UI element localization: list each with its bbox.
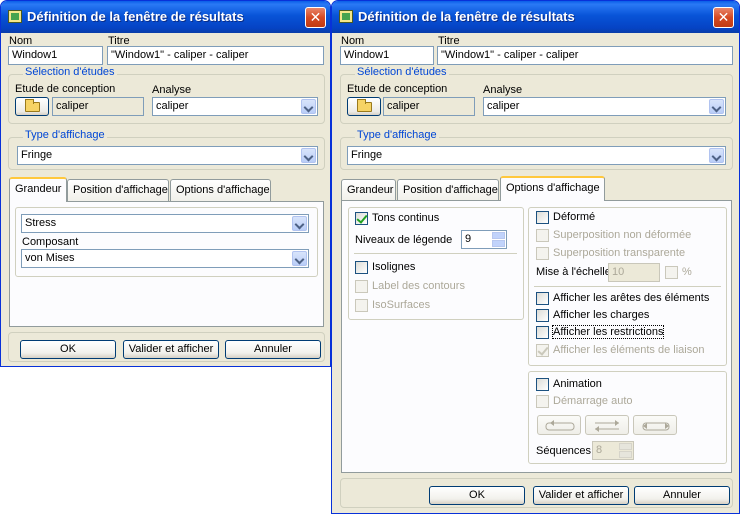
tab-panel-display-options: Tons continus Niveaux de légende 9 Isoli… [341, 200, 732, 473]
chevron-down-icon[interactable] [292, 216, 307, 231]
scaling-input[interactable]: 10 [608, 263, 660, 282]
component-select[interactable]: von Mises [21, 249, 309, 268]
close-button[interactable]: ✕ [713, 7, 734, 28]
sequences-value: 8 [596, 444, 603, 456]
sequences-spinner[interactable]: 8 [592, 441, 634, 460]
window-app-icon [339, 10, 353, 23]
legend-levels-spinner[interactable]: 9 [461, 230, 507, 249]
display-type-select[interactable]: Fringe [347, 146, 726, 165]
checkbox-icon[interactable] [355, 261, 368, 274]
chevron-down-icon[interactable] [709, 99, 724, 114]
checkbox-icon[interactable] [536, 247, 549, 260]
chevron-down-icon[interactable] [301, 99, 316, 114]
study-selection-title: Sélection d'études [355, 66, 449, 78]
analysis-label: Analyse [152, 84, 192, 96]
checkbox-icon[interactable] [536, 229, 549, 242]
display-type-title: Type d'affichage [23, 129, 107, 141]
legend-levels-label: Niveaux de légende [355, 234, 453, 246]
title-bar[interactable]: Définition de la fenêtre de résultats ✕ [332, 1, 739, 33]
results-window-definition-dialog-right: Définition de la fenêtre de résultats ✕ … [331, 0, 740, 514]
open-study-button[interactable] [15, 97, 49, 116]
analysis-select-value: caliper [487, 100, 520, 112]
forward-backward-icon [595, 420, 619, 432]
component-select-value: von Mises [25, 252, 75, 264]
tab-quantity[interactable]: Grandeur [341, 179, 396, 201]
sequences-label: Séquences [536, 445, 592, 457]
tab-display-options[interactable]: Options d'affichage [170, 179, 271, 201]
window-app-icon [8, 10, 22, 23]
open-study-button[interactable] [347, 97, 381, 116]
cancel-button[interactable]: Annuler [225, 340, 321, 359]
quantity-select[interactable]: Stress [21, 214, 309, 233]
ok-button[interactable]: OK [20, 340, 116, 359]
loop-icon [545, 420, 575, 431]
tab-display-position[interactable]: Position d'affichage [67, 179, 169, 201]
ok-button[interactable]: OK [429, 486, 525, 505]
title-bar[interactable]: Définition de la fenêtre de résultats ✕ [1, 1, 330, 33]
analysis-label: Analyse [483, 84, 523, 96]
name-input[interactable]: Window1 [8, 46, 103, 65]
spinner-arrows-icon[interactable] [619, 443, 632, 458]
folder-icon [25, 99, 40, 112]
design-study-label: Etude de conception [15, 83, 116, 95]
checkbox-icon[interactable] [536, 309, 549, 322]
spinner-arrows-icon[interactable] [492, 232, 505, 247]
checkbox-icon[interactable] [536, 395, 549, 408]
checkbox-icon[interactable] [536, 326, 549, 339]
tab-panel-quantity: Stress Composant von Mises [9, 201, 324, 327]
analysis-select[interactable]: caliper [483, 97, 726, 116]
name-input[interactable]: Window1 [340, 46, 434, 65]
analysis-select[interactable]: caliper [152, 97, 318, 116]
results-window-definition-dialog-left: Définition de la fenêtre de résultats ✕ … [0, 0, 331, 367]
checkbox-checked-icon[interactable] [536, 344, 549, 357]
apply-and-display-button[interactable]: Valider et afficher [123, 340, 219, 359]
legend-levels-value: 9 [465, 233, 472, 245]
animation-loop-button[interactable] [537, 415, 581, 435]
checkbox-icon[interactable] [536, 292, 549, 305]
chevron-down-icon[interactable] [292, 251, 307, 266]
apply-and-display-button[interactable]: Valider et afficher [533, 486, 629, 505]
title-input[interactable]: "Window1" - caliper - caliper [437, 46, 733, 65]
design-study-label: Etude de conception [347, 83, 448, 95]
quantity-select-value: Stress [25, 217, 57, 229]
checkbox-icon[interactable] [355, 280, 368, 293]
title-input[interactable]: "Window1" - caliper - caliper [107, 46, 324, 65]
separator [354, 253, 517, 254]
display-type-select-value: Fringe [21, 149, 53, 161]
component-label: Composant [22, 236, 79, 248]
chevron-down-icon[interactable] [709, 148, 724, 163]
checkbox-icon[interactable] [536, 211, 549, 224]
window-title: Définition de la fenêtre de résultats [27, 9, 244, 24]
study-selection-title: Sélection d'études [23, 66, 117, 78]
cancel-button[interactable]: Annuler [634, 486, 730, 505]
animation-forward-button[interactable] [585, 415, 629, 435]
close-button[interactable]: ✕ [305, 7, 326, 28]
display-type-select[interactable]: Fringe [17, 146, 318, 165]
tab-display-options[interactable]: Options d'affichage [500, 176, 605, 201]
design-study-field: caliper [383, 97, 475, 116]
tab-quantity[interactable]: Grandeur [9, 177, 67, 202]
checkbox-checked-icon[interactable] [355, 212, 368, 225]
scaling-label: Mise à l'échelle [536, 266, 611, 278]
bounce-icon [642, 422, 670, 431]
animation-bounce-button[interactable] [633, 415, 677, 435]
separator [534, 286, 721, 287]
analysis-select-value: caliper [156, 100, 189, 112]
design-study-field: caliper [52, 97, 144, 116]
display-type-select-value: Fringe [351, 149, 383, 161]
folder-icon [357, 99, 372, 112]
tab-display-position[interactable]: Position d'affichage [397, 179, 499, 201]
display-type-title: Type d'affichage [355, 129, 439, 141]
checkbox-icon[interactable] [536, 378, 549, 391]
window-title: Définition de la fenêtre de résultats [358, 9, 575, 24]
checkbox-icon[interactable] [665, 266, 678, 279]
chevron-down-icon[interactable] [301, 148, 316, 163]
checkbox-icon[interactable] [355, 299, 368, 312]
